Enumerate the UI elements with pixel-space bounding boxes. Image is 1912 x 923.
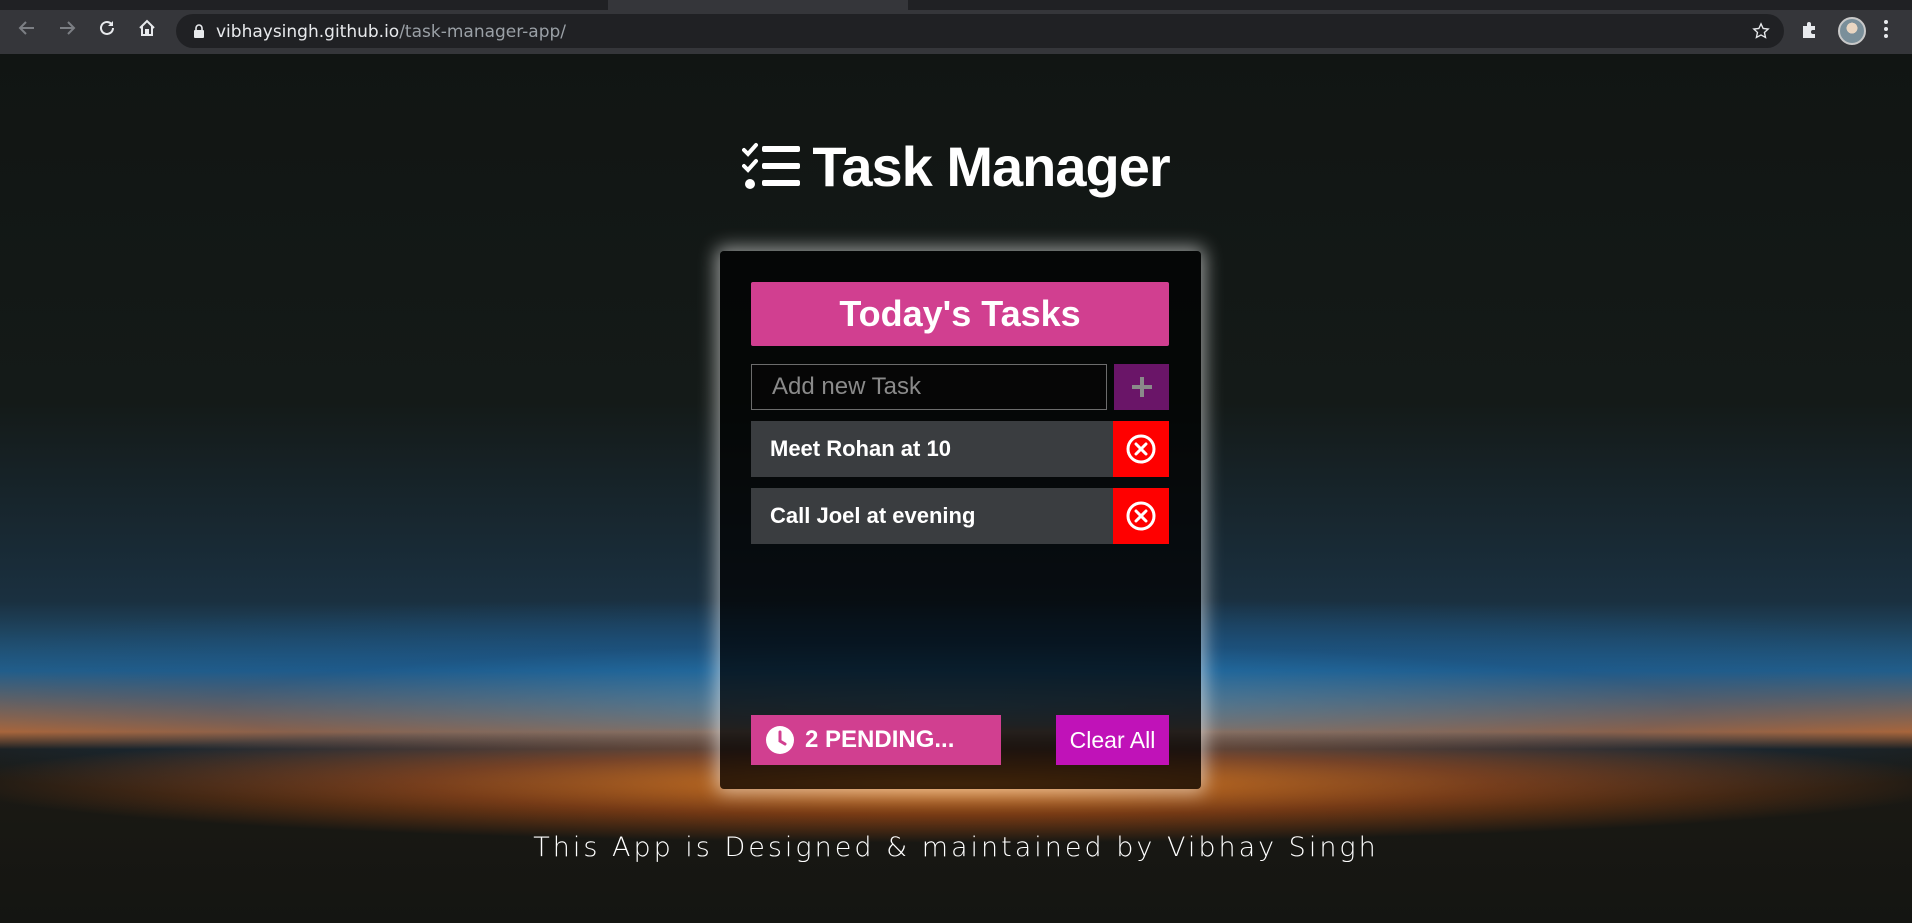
active-tab[interactable]: [608, 0, 908, 10]
tab-strip: [0, 0, 1912, 10]
card-heading: Today's Tasks: [751, 282, 1169, 346]
task-list-icon: [742, 140, 802, 205]
page-background: Task Manager Today's Tasks Meet Rohan at…: [0, 54, 1912, 923]
task-label: Meet Rohan at 10: [770, 436, 951, 461]
task-item[interactable]: Meet Rohan at 10: [751, 421, 1169, 477]
url-path: /task-manager-app/: [399, 22, 567, 42]
plus-icon: [1131, 377, 1152, 397]
task-item[interactable]: Call Joel at evening: [751, 488, 1169, 544]
new-task-input[interactable]: [751, 364, 1107, 410]
home-icon[interactable]: [136, 17, 158, 39]
star-icon[interactable]: [1752, 22, 1770, 40]
delete-task-button[interactable]: [1113, 421, 1169, 477]
close-circle-icon: [1126, 434, 1156, 464]
puzzle-icon[interactable]: [1800, 20, 1820, 40]
address-bar[interactable]: vibhaysingh.github.io/task-manager-app/: [176, 14, 1784, 48]
forward-arrow-icon[interactable]: [56, 17, 78, 39]
close-circle-icon: [1126, 501, 1156, 531]
url-host: vibhaysingh.github.io: [216, 22, 400, 42]
reload-icon[interactable]: [96, 17, 118, 39]
url-text[interactable]: vibhaysingh.github.io/task-manager-app/: [216, 22, 566, 42]
pending-label: 2 PENDING...: [805, 726, 955, 753]
pending-count-badge: 2 PENDING...: [751, 715, 1001, 765]
clock-icon: [766, 726, 794, 754]
task-label: Call Joel at evening: [770, 503, 976, 528]
tasks-card: Today's Tasks Meet Rohan at 10 Call Joel…: [720, 251, 1201, 789]
clear-all-button[interactable]: Clear All: [1056, 715, 1169, 765]
back-arrow-icon[interactable]: [16, 17, 38, 39]
menu-dots-icon[interactable]: [1882, 18, 1890, 40]
delete-task-button[interactable]: [1113, 488, 1169, 544]
profile-avatar[interactable]: [1838, 17, 1866, 45]
browser-toolbar: vibhaysingh.github.io/task-manager-app/: [0, 0, 1912, 54]
lock-icon[interactable]: [192, 24, 206, 38]
add-task-button[interactable]: [1114, 364, 1169, 410]
footer-credit: This App is Designed & maintained by Vib…: [533, 832, 1379, 863]
app-title-text: Task Manager: [812, 135, 1170, 198]
app-title: Task Manager: [0, 134, 1912, 205]
